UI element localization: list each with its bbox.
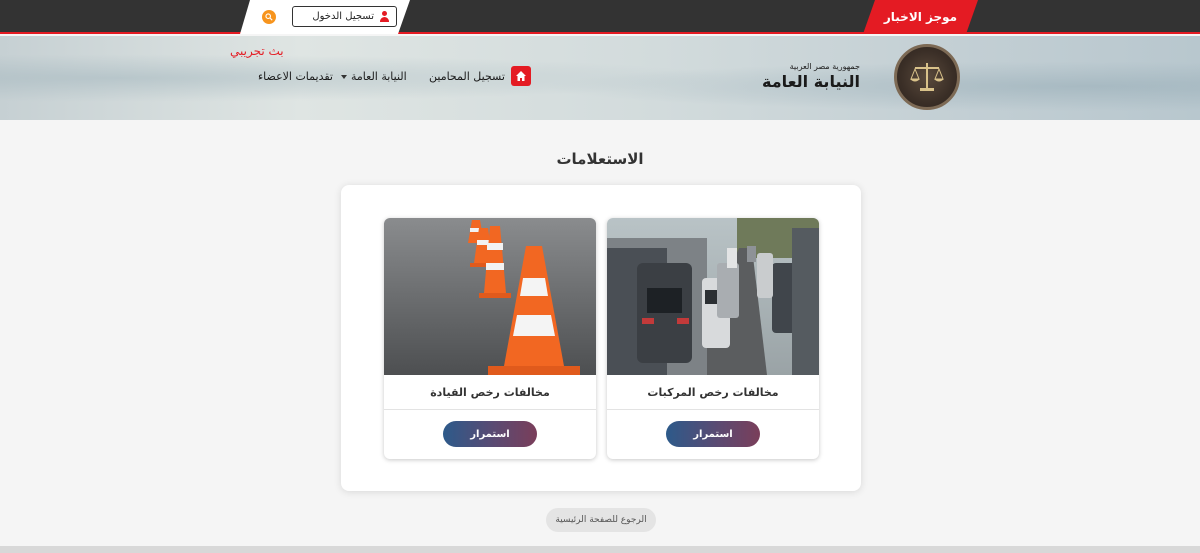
continue-button[interactable]: استمرار <box>443 421 537 447</box>
brand-title[interactable]: النيابة العامة <box>762 72 860 91</box>
chevron-down-icon <box>341 75 347 79</box>
login-label: تسجيل الدخول <box>312 11 374 22</box>
back-to-home-button[interactable]: الرجوع للصفحة الرئيسية <box>546 508 656 532</box>
nav-member-submissions[interactable]: تقديمات الاعضاء <box>258 70 333 83</box>
live-broadcast-link[interactable]: بث تجريبي <box>230 44 284 58</box>
prosecution-emblem-logo[interactable] <box>894 44 960 110</box>
news-ticker-label[interactable]: موجز الاخبار <box>863 0 978 34</box>
login-button[interactable]: تسجيل الدخول <box>292 6 397 27</box>
top-bar <box>0 0 1200 34</box>
card-vehicle-license-violations: مخالفات رخص المركبات استمرار <box>607 218 819 459</box>
traffic-jam-image <box>607 218 819 375</box>
site-header: جمهورية مصر العربية النيابة العامة بث تج… <box>0 36 1200 120</box>
footer-strip <box>0 546 1200 553</box>
home-button[interactable] <box>511 66 531 86</box>
traffic-cones-image <box>384 218 596 375</box>
brand-subtitle: جمهورية مصر العربية <box>789 62 860 71</box>
search-button[interactable] <box>262 10 276 24</box>
nav-lawyers-registration[interactable]: تسجيل المحامين <box>429 70 505 83</box>
scales-of-justice-icon <box>910 63 944 91</box>
nav-public-prosecution-label: النيابة العامة <box>351 70 407 83</box>
home-icon <box>516 71 526 81</box>
card-title: مخالفات رخص المركبات <box>607 375 819 410</box>
user-icon <box>379 11 390 22</box>
card-driving-license-violations: مخالفات رخص القيادة استمرار <box>384 218 596 459</box>
card-title: مخالفات رخص القيادة <box>384 375 596 410</box>
nav-public-prosecution[interactable]: النيابة العامة <box>341 70 407 83</box>
page-title: الاستعلامات <box>556 150 644 168</box>
continue-button[interactable]: استمرار <box>666 421 760 447</box>
search-icon <box>265 13 273 21</box>
